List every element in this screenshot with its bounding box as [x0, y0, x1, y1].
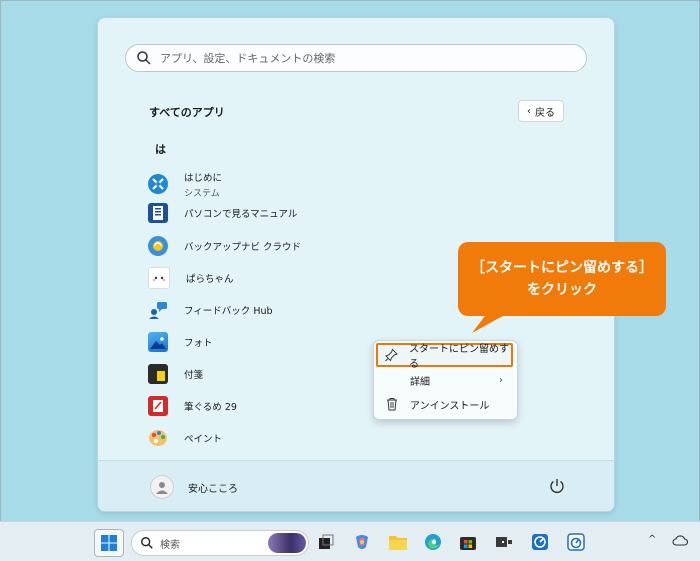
start-menu-footer: 安心こころ: [98, 460, 614, 511]
back-label: 戻る: [535, 107, 555, 119]
uninstall-label: アンインストール: [410, 400, 490, 412]
section-letter: は: [155, 143, 166, 156]
uninstall-menu-item[interactable]: アンインストール: [378, 393, 513, 415]
app-name: 付箋: [184, 370, 204, 381]
chevron-right-icon: ›: [499, 374, 503, 386]
avatar: [150, 475, 174, 499]
app-item-backup-navi[interactable]: バックアップナビ クラウド: [148, 234, 398, 258]
start-button[interactable]: [94, 529, 124, 557]
edge-icon[interactable]: [423, 532, 443, 552]
back-button[interactable]: ‹ 戻る: [518, 100, 564, 122]
pin-to-start-label: スタートにピン留めする: [408, 344, 509, 370]
photos-icon: [148, 332, 168, 352]
manual-icon: [148, 203, 168, 223]
tray-up-arrow-icon[interactable]: ^: [648, 534, 656, 545]
task-view-icon[interactable]: [316, 532, 336, 552]
callout-line-2: をクリック: [527, 282, 597, 298]
pin-icon: [385, 348, 398, 362]
user-name: 安心こころ: [188, 483, 238, 495]
app-name: ぱらちゃん: [186, 274, 234, 285]
microsoft-store-icon[interactable]: [458, 532, 478, 552]
app-item-paint[interactable]: ペイント: [148, 426, 398, 450]
app-item-photos[interactable]: フォト: [148, 330, 398, 354]
user-account-button[interactable]: 安心こころ: [150, 475, 238, 499]
app-item-fudegurume[interactable]: 筆ぐるめ 29: [148, 394, 398, 418]
tips-icon: [148, 174, 168, 194]
start-search-box[interactable]: アプリ、設定、ドキュメントの検索: [125, 44, 587, 72]
more-details-menu-item[interactable]: 詳細 ›: [378, 369, 513, 391]
file-explorer-icon[interactable]: [388, 532, 408, 552]
windows-logo-icon: [101, 535, 117, 551]
app-name: はじめに: [184, 172, 223, 184]
app-subtitle: システム: [184, 188, 220, 199]
all-apps-title: すべてのアプリ: [149, 106, 225, 119]
context-menu: スタートにピン留めする 詳細 › アンインストール: [373, 340, 518, 420]
taskbar: 検索 ^: [0, 521, 700, 561]
taskbar-search[interactable]: 検索: [131, 530, 309, 556]
taskbar-search-placeholder: 検索: [160, 539, 180, 551]
pin-to-start-menu-item[interactable]: スタートにピン留めする: [376, 343, 513, 370]
paint-icon: [148, 428, 168, 448]
feedback-hub-icon: [148, 300, 168, 320]
callout-line-1: ［スタートにピン留めする］: [471, 260, 653, 276]
power-icon[interactable]: [548, 477, 566, 495]
app-name: ペイント: [184, 434, 223, 445]
app-name: バックアップナビ クラウド: [184, 242, 302, 253]
search-placeholder: アプリ、設定、ドキュメントの検索: [160, 52, 336, 65]
backup-navi-icon: [148, 236, 168, 256]
app-name: フィードバック Hub: [184, 306, 273, 317]
app-item-hajimeni[interactable]: はじめに システム: [148, 169, 398, 199]
cloud-icon[interactable]: [672, 534, 688, 546]
app-name: フォト: [184, 338, 213, 349]
parachan-icon: [148, 267, 170, 289]
search-highlight-art: [268, 533, 306, 553]
app-name: 筆ぐるめ 29: [184, 402, 237, 413]
app-item-manual[interactable]: パソコンで見るマニュアル: [148, 201, 398, 225]
app-item-parachan[interactable]: ぱらちゃん: [148, 266, 398, 290]
app-name: パソコンで見るマニュアル: [184, 209, 298, 220]
more-details-label: 詳細: [410, 376, 430, 388]
fudegurume-icon: [148, 396, 168, 416]
app-item-feedback-hub[interactable]: フィードバック Hub: [148, 298, 398, 322]
search-icon: [141, 537, 153, 549]
app-item-sticky-notes[interactable]: 付箋: [148, 362, 398, 386]
instruction-callout: ［スタートにピン留めする］ をクリック: [458, 242, 666, 316]
chevron-left-icon: ‹: [527, 105, 531, 117]
app-launcher-icon[interactable]: [494, 532, 514, 552]
trash-icon: [387, 398, 397, 411]
copilot-icon[interactable]: [352, 532, 372, 552]
update-navi-icon[interactable]: [530, 532, 550, 552]
sticky-notes-icon: [148, 364, 168, 384]
search-icon: [137, 51, 151, 65]
pc-diagnostic-icon[interactable]: [566, 532, 586, 552]
